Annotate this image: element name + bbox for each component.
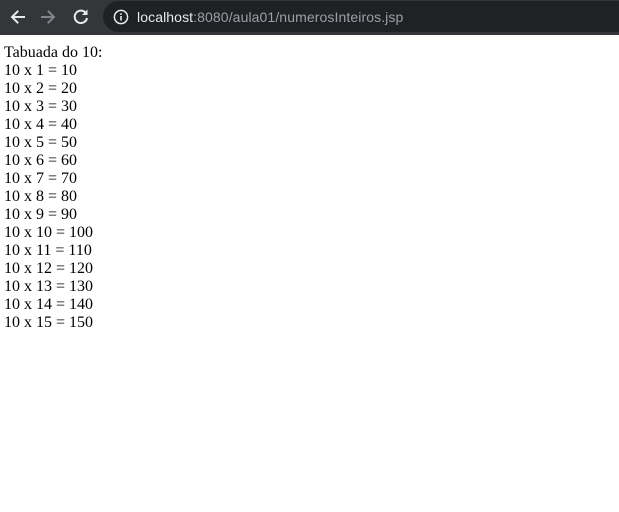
table-row: 10 x 1 = 10 [4, 62, 78, 79]
arrow-right-icon [41, 10, 56, 24]
table-row: 10 x 13 = 130 [4, 278, 94, 295]
arrow-left-icon [10, 10, 25, 24]
table-row: 10 x 4 = 40 [4, 116, 78, 133]
table-row: 10 x 15 = 150 [4, 314, 94, 331]
table-row: 10 x 14 = 140 [4, 296, 94, 313]
table-row: 10 x 9 = 90 [4, 206, 78, 223]
page-title: Tabuada do 10: [4, 44, 103, 61]
address-bar[interactable]: localhost:8080/aula01/numerosInteiros.js… [103, 1, 619, 32]
table-row: 10 x 5 = 50 [4, 134, 78, 151]
table-row: 10 x 10 = 100 [4, 224, 94, 241]
page-content: Tabuada do 10: 10 x 1 = 10 10 x 2 = 20 1… [4, 44, 102, 332]
table-row: 10 x 7 = 70 [4, 170, 78, 187]
table-row: 10 x 6 = 60 [4, 152, 78, 169]
table-row: 10 x 8 = 80 [4, 188, 78, 205]
table-row: 10 x 11 = 110 [4, 242, 92, 259]
url-text: localhost:8080/aula01/numerosInteiros.js… [137, 9, 403, 25]
forward-button[interactable] [35, 3, 63, 31]
table-row: 10 x 2 = 20 [4, 80, 78, 97]
url-path: :8080/aula01/numerosInteiros.jsp [193, 8, 404, 25]
browser-toolbar: localhost:8080/aula01/numerosInteiros.js… [0, 0, 619, 35]
url-host: localhost [137, 8, 194, 25]
reload-icon [73, 9, 88, 25]
table-row: 10 x 3 = 30 [4, 98, 78, 115]
reload-button[interactable] [67, 3, 95, 31]
info-icon[interactable] [112, 8, 130, 26]
table-row: 10 x 12 = 120 [4, 260, 94, 277]
back-button[interactable] [3, 3, 31, 31]
